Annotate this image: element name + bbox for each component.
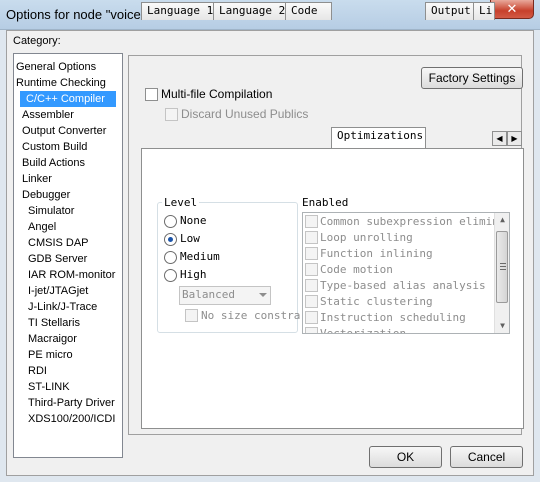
enabled-list-scrollbar[interactable]: ▲ ▼	[494, 213, 509, 333]
transformation-checkbox[interactable]	[305, 215, 318, 228]
enabled-title: Enabled	[302, 196, 349, 209]
list-item[interactable]: Common subexpression elimina	[303, 214, 505, 230]
no-size-constraints-checkbox[interactable]	[185, 309, 198, 322]
window-title: Options for node "voice2"	[6, 7, 153, 22]
category-item[interactable]: PE micro	[14, 347, 122, 363]
level-low-radio[interactable]	[164, 233, 177, 246]
list-item[interactable]: Instruction scheduling	[303, 310, 496, 326]
category-item[interactable]: Macraigor	[14, 331, 122, 347]
tab-optimizations[interactable]: Optimizations	[331, 127, 426, 148]
transformation-label: Vectorization	[320, 327, 407, 334]
category-item[interactable]: Simulator	[14, 203, 122, 219]
category-item[interactable]: C/C++ Compiler	[20, 91, 116, 107]
level-high-radio[interactable]	[164, 269, 177, 282]
high-mode-select[interactable]: Balanced	[179, 286, 271, 305]
transformation-label: Type-based alias analysis	[320, 279, 486, 292]
category-item[interactable]: CMSIS DAP	[14, 235, 122, 251]
transformation-checkbox[interactable]	[305, 295, 318, 308]
category-item[interactable]: J-Link/J-Trace	[14, 299, 122, 315]
cancel-button[interactable]: Cancel	[450, 446, 523, 468]
transformation-label: Common subexpression elimina	[320, 215, 506, 228]
level-high-label: High	[180, 268, 207, 281]
list-item[interactable]: Code motion	[303, 262, 496, 278]
level-medium-radio[interactable]	[164, 251, 177, 264]
discard-unused-label: Discard Unused Publics	[181, 107, 309, 121]
category-item[interactable]: Angel	[14, 219, 122, 235]
transformation-label: Loop unrolling	[320, 231, 413, 244]
category-item[interactable]: Debugger	[14, 187, 122, 203]
transformation-checkbox[interactable]	[305, 231, 318, 244]
category-item[interactable]: Runtime Checking	[14, 75, 122, 91]
tab-scroll-right-icon[interactable]: ▶	[507, 131, 522, 146]
transformation-label: Instruction scheduling	[320, 311, 466, 324]
scroll-thumb[interactable]	[496, 231, 508, 303]
list-item[interactable]: Static clustering	[303, 294, 496, 310]
chevron-down-icon	[259, 293, 267, 297]
transformation-checkbox[interactable]	[305, 263, 318, 276]
discard-unused-checkbox[interactable]	[165, 108, 178, 121]
category-item[interactable]: TI Stellaris	[14, 315, 122, 331]
level-low-label: Low	[180, 232, 200, 245]
list-item[interactable]: Loop unrolling	[303, 230, 496, 246]
category-item[interactable]: ST-LINK	[14, 379, 122, 395]
category-item[interactable]: Third-Party Driver	[14, 395, 122, 411]
category-item[interactable]: Output Converter	[14, 123, 122, 139]
multi-file-label: Multi-file Compilation	[161, 87, 273, 101]
tab-output[interactable]: Output	[425, 2, 474, 20]
category-label: Category:	[13, 35, 61, 47]
category-item[interactable]: Build Actions	[14, 155, 122, 171]
transformation-checkbox[interactable]	[305, 279, 318, 292]
tab-language-2[interactable]: Language 2	[213, 2, 286, 20]
category-item[interactable]: IAR ROM-monitor	[14, 267, 122, 283]
multi-file-checkbox[interactable]	[145, 88, 158, 101]
level-none-radio[interactable]	[164, 215, 177, 228]
tab-scroll-left-icon[interactable]: ◀	[492, 131, 507, 146]
category-item[interactable]: Assembler	[14, 107, 122, 123]
transformation-label: Static clustering	[320, 295, 433, 308]
enabled-transformations-list[interactable]: Common subexpression elimina Loop unrolli…	[302, 212, 510, 334]
scroll-down-icon[interactable]: ▼	[495, 319, 509, 333]
transformation-checkbox[interactable]	[305, 247, 318, 260]
category-item[interactable]: GDB Server	[14, 251, 122, 267]
list-item[interactable]: Function inlining	[303, 246, 496, 262]
no-size-constraints-label: No size constra	[201, 309, 301, 322]
transformation-label: Code motion	[320, 263, 393, 276]
category-item[interactable]: I-jet/JTAGjet	[14, 283, 122, 299]
category-item[interactable]: Custom Build	[14, 139, 122, 155]
tab-code[interactable]: Code	[285, 2, 332, 20]
list-item[interactable]: Type-based alias analysis	[303, 278, 496, 294]
transformation-checkbox[interactable]	[305, 327, 318, 333]
tab-list[interactable]: Li	[473, 2, 495, 20]
category-list[interactable]: General Options Runtime Checking C/C++ Com…	[13, 53, 123, 458]
list-item[interactable]: Vectorization	[303, 326, 496, 334]
category-item[interactable]: Linker	[14, 171, 122, 187]
level-medium-label: Medium	[180, 250, 220, 263]
category-item[interactable]: XDS100/200/ICDI	[14, 411, 122, 427]
category-item[interactable]: RDI	[14, 363, 122, 379]
tab-language-1[interactable]: Language 1	[141, 2, 214, 20]
level-title: Level	[162, 196, 200, 209]
scroll-up-icon[interactable]: ▲	[495, 213, 509, 227]
factory-settings-button[interactable]: Factory Settings	[421, 67, 523, 89]
high-mode-value: Balanced	[182, 288, 235, 301]
close-icon[interactable]: ✕	[490, 0, 534, 19]
transformation-checkbox[interactable]	[305, 311, 318, 324]
ok-button[interactable]: OK	[369, 446, 442, 468]
transformation-label: Function inlining	[320, 247, 433, 260]
level-none-label: None	[180, 214, 207, 227]
category-item[interactable]: General Options	[14, 59, 122, 75]
